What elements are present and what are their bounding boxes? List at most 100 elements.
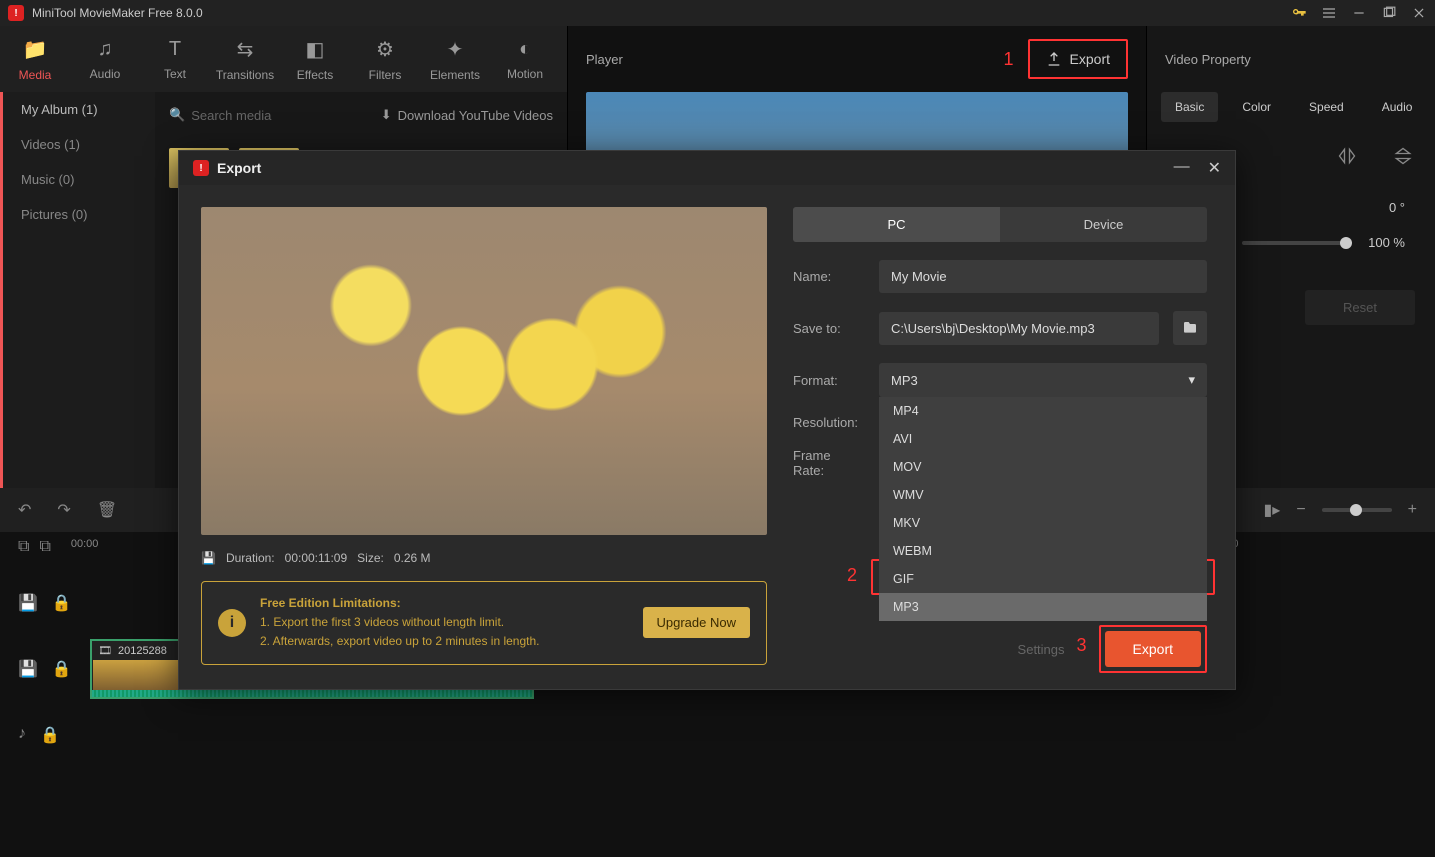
- redo-icon[interactable]: ↷: [57, 500, 70, 520]
- tool-label: Effects: [297, 68, 333, 82]
- format-option-mp4[interactable]: MP4: [879, 397, 1207, 425]
- export-target-segmented: PC Device: [793, 207, 1207, 242]
- tool-filters[interactable]: ⚙Filters: [350, 26, 420, 92]
- delete-icon[interactable]: 🗑: [97, 500, 117, 520]
- browse-folder-button[interactable]: [1173, 311, 1207, 345]
- save-track-icon[interactable]: 💾: [18, 593, 38, 613]
- dialog-logo-icon: !: [193, 160, 209, 176]
- export-button[interactable]: Export: [1105, 631, 1201, 667]
- time-tick: 00:00: [71, 538, 99, 570]
- format-label: Format:: [793, 373, 865, 388]
- saveto-input[interactable]: C:\Users\bj\Desktop\My Movie.mp3: [879, 312, 1159, 345]
- sidebar-item-pictures[interactable]: Pictures (0): [3, 197, 155, 232]
- segment-device[interactable]: Device: [1000, 207, 1207, 242]
- lock-track-icon[interactable]: 🔒: [52, 593, 72, 613]
- opacity-slider[interactable]: [1242, 241, 1352, 245]
- tab-basic[interactable]: Basic: [1161, 92, 1218, 122]
- player-title: Player: [586, 52, 623, 67]
- upgrade-now-button[interactable]: Upgrade Now: [643, 607, 751, 638]
- export-label: Export: [1070, 51, 1110, 67]
- app-title: MiniTool MovieMaker Free 8.0.0: [32, 6, 203, 20]
- key-icon[interactable]: [1291, 5, 1307, 21]
- paste-icon[interactable]: ⧉: [39, 538, 50, 570]
- download-youtube-link[interactable]: ⬇ Download YouTube Videos: [381, 107, 553, 123]
- dialog-title: Export: [217, 160, 261, 176]
- chevron-down-icon: ▾: [1188, 372, 1195, 388]
- maximize-icon[interactable]: [1381, 5, 1397, 21]
- free-edition-limitations: i Free Edition Limitations: 1. Export th…: [201, 581, 767, 665]
- size-label: Size:: [357, 551, 384, 565]
- effects-icon: ◧: [306, 37, 325, 62]
- name-input[interactable]: My Movie: [879, 260, 1207, 293]
- limitations-line1: 1. Export the first 3 videos without len…: [260, 613, 629, 632]
- saveto-label: Save to:: [793, 321, 865, 336]
- app-logo-icon: !: [8, 5, 24, 21]
- dialog-close-icon[interactable]: ✕: [1208, 158, 1221, 178]
- tab-audio[interactable]: Audio: [1368, 92, 1427, 122]
- opacity-value: 100 %: [1368, 235, 1405, 250]
- search-placeholder: Search media: [191, 108, 271, 123]
- tool-effects[interactable]: ◧ Effects: [280, 26, 350, 92]
- tab-color[interactable]: Color: [1228, 92, 1285, 122]
- titlebar: ! MiniTool MovieMaker Free 8.0.0: [0, 0, 1435, 26]
- format-option-avi[interactable]: AVI: [879, 425, 1207, 453]
- media-sidebar: My Album (1) Videos (1) Music (0) Pictur…: [0, 92, 155, 488]
- lock-track-icon[interactable]: 🔒: [40, 725, 60, 745]
- limitations-header: Free Edition Limitations:: [260, 594, 629, 613]
- segment-pc[interactable]: PC: [793, 207, 1000, 242]
- format-option-mkv[interactable]: MKV: [879, 509, 1207, 537]
- tool-label: Motion: [507, 67, 543, 81]
- format-option-mov[interactable]: MOV: [879, 453, 1207, 481]
- sidebar-item-videos[interactable]: Videos (1): [3, 127, 155, 162]
- elements-icon: ✦: [447, 37, 464, 62]
- close-icon[interactable]: [1411, 5, 1427, 21]
- copy-icon[interactable]: ⧉: [18, 538, 29, 570]
- audio-track-icon[interactable]: ♪: [18, 725, 26, 745]
- format-select[interactable]: MP3 ▾: [879, 363, 1207, 397]
- video-property-title: Video Property: [1147, 26, 1435, 92]
- snap-icon[interactable]: ▮▸: [1263, 500, 1280, 520]
- flip-horizontal-icon[interactable]: [1333, 144, 1361, 168]
- search-input[interactable]: 🔍 Search media: [169, 107, 271, 123]
- tab-speed[interactable]: Speed: [1295, 92, 1358, 122]
- tool-elements[interactable]: ✦ Elements: [420, 26, 490, 92]
- tool-label: Text: [164, 67, 186, 81]
- duration-label: Duration:: [226, 551, 275, 565]
- export-button-top[interactable]: Export: [1028, 39, 1128, 79]
- menu-icon[interactable]: [1321, 5, 1337, 21]
- download-icon: ⬇: [381, 107, 392, 123]
- tool-motion[interactable]: ◐ Motion: [490, 26, 560, 92]
- reset-button[interactable]: Reset: [1305, 290, 1415, 325]
- format-option-wmv[interactable]: WMV: [879, 481, 1207, 509]
- motion-icon: ◐: [519, 38, 531, 61]
- tool-label: Elements: [430, 68, 480, 82]
- flip-vertical-icon[interactable]: [1389, 144, 1417, 168]
- export-preview: [201, 207, 767, 535]
- size-value: 0.26 M: [394, 551, 431, 565]
- format-option-webm[interactable]: WEBM: [879, 537, 1207, 565]
- zoom-out-icon[interactable]: −: [1296, 501, 1305, 519]
- text-icon: T: [169, 38, 181, 61]
- tool-transitions[interactable]: ⇆Transitions: [210, 26, 280, 92]
- framerate-label: Frame Rate:: [793, 448, 865, 478]
- zoom-slider[interactable]: [1322, 508, 1392, 512]
- main-toolbar: 📁Media ♫Audio T Text ⇆Transitions ◧ Effect…: [0, 26, 567, 92]
- tool-text[interactable]: T Text: [140, 26, 210, 92]
- dialog-minimize-icon[interactable]: —: [1174, 158, 1190, 178]
- zoom-in-icon[interactable]: +: [1408, 501, 1417, 519]
- tool-label: Media: [19, 68, 52, 82]
- format-value: MP3: [891, 373, 918, 388]
- undo-icon[interactable]: ↶: [18, 500, 31, 520]
- tool-audio[interactable]: ♫Audio: [70, 26, 140, 92]
- minimize-icon[interactable]: [1351, 5, 1367, 21]
- sidebar-item-music[interactable]: Music (0): [3, 162, 155, 197]
- format-option-gif[interactable]: GIF: [879, 565, 1207, 593]
- save-track-icon[interactable]: 💾: [18, 659, 38, 679]
- lock-track-icon[interactable]: 🔒: [52, 659, 72, 679]
- format-option-mp3[interactable]: MP3: [879, 593, 1207, 621]
- export-icon: [1046, 51, 1062, 67]
- name-label: Name:: [793, 269, 865, 284]
- sidebar-item-album[interactable]: My Album (1): [3, 92, 155, 127]
- tool-media[interactable]: 📁Media: [0, 26, 70, 92]
- settings-button[interactable]: Settings: [1000, 632, 1083, 667]
